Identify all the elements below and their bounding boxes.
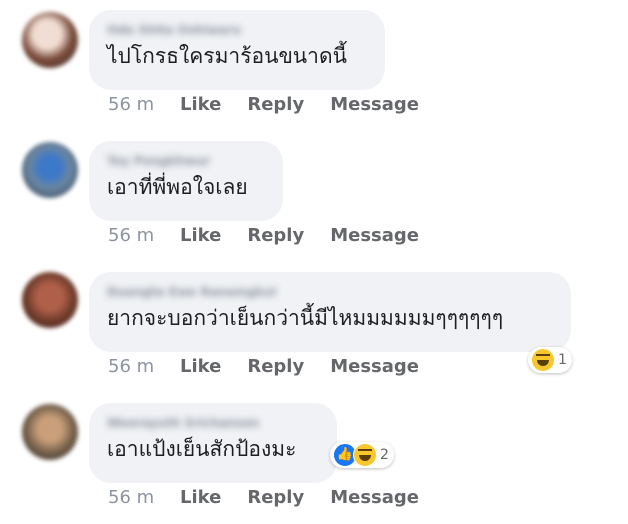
reply-button[interactable]: Reply bbox=[247, 225, 304, 246]
comment-actions: 56 m Like Reply Message bbox=[108, 487, 445, 508]
reaction-count: 2 bbox=[380, 447, 389, 463]
comment-bubble: Duangta Ewe Ranamgkul ยากจะบอกว่าเย็นกว่… bbox=[89, 272, 571, 352]
avatar[interactable] bbox=[22, 142, 78, 198]
reaction-summary[interactable]: 1 bbox=[528, 347, 572, 373]
comment-author[interactable]: Toy Pongkhwur bbox=[107, 154, 210, 168]
like-button[interactable]: Like bbox=[180, 225, 221, 246]
avatar[interactable] bbox=[22, 404, 78, 460]
comment-actions: 56 m Like Reply Message bbox=[108, 225, 445, 246]
avatar[interactable] bbox=[22, 12, 78, 68]
comment-time[interactable]: 56 m bbox=[108, 487, 180, 508]
haha-emoji-icon bbox=[531, 348, 555, 372]
reaction-summary[interactable]: 👍 2 bbox=[330, 442, 394, 468]
reaction-count: 1 bbox=[558, 352, 567, 368]
like-button[interactable]: Like bbox=[180, 94, 221, 115]
message-button[interactable]: Message bbox=[330, 94, 419, 115]
comment-text: เอาแป้งเย็นสักป้องมะ bbox=[107, 437, 297, 461]
comment-bubble: Oda Shita Oshiwaru ไปโกรธใครมาร้อนขนาดนี… bbox=[89, 10, 385, 90]
comment-author[interactable]: Duangta Ewe Ranamgkul bbox=[107, 285, 276, 299]
comment-time[interactable]: 56 m bbox=[108, 356, 180, 377]
comment-actions: 56 m Like Reply Message bbox=[108, 356, 445, 377]
comment-time[interactable]: 56 m bbox=[108, 94, 180, 115]
haha-emoji-icon bbox=[353, 443, 377, 467]
comment-bubble: Weerayuth Srichansen เอาแป้งเย็นสักป้องม… bbox=[89, 403, 337, 483]
comment-author[interactable]: Weerayuth Srichansen bbox=[107, 416, 259, 430]
comment-bubble: Toy Pongkhwur เอาที่พี่พอใจเลย bbox=[89, 141, 283, 221]
like-button[interactable]: Like bbox=[180, 487, 221, 508]
reply-button[interactable]: Reply bbox=[247, 94, 304, 115]
message-button[interactable]: Message bbox=[330, 356, 419, 377]
reply-button[interactable]: Reply bbox=[247, 487, 304, 508]
comment-time[interactable]: 56 m bbox=[108, 225, 180, 246]
message-button[interactable]: Message bbox=[330, 225, 419, 246]
message-button[interactable]: Message bbox=[330, 487, 419, 508]
comment-author[interactable]: Oda Shita Oshiwaru bbox=[107, 23, 241, 37]
reply-button[interactable]: Reply bbox=[247, 356, 304, 377]
comment-actions: 56 m Like Reply Message bbox=[108, 94, 445, 115]
comment-text: ยากจะบอกว่าเย็นกว่านี้มีไหมมมมมมๆๆๆๆๆๆ bbox=[107, 306, 504, 330]
comment-text: ไปโกรธใครมาร้อนขนาดนี้ bbox=[107, 44, 347, 68]
avatar[interactable] bbox=[22, 272, 78, 328]
like-button[interactable]: Like bbox=[180, 356, 221, 377]
comment-text: เอาที่พี่พอใจเลย bbox=[107, 175, 248, 199]
